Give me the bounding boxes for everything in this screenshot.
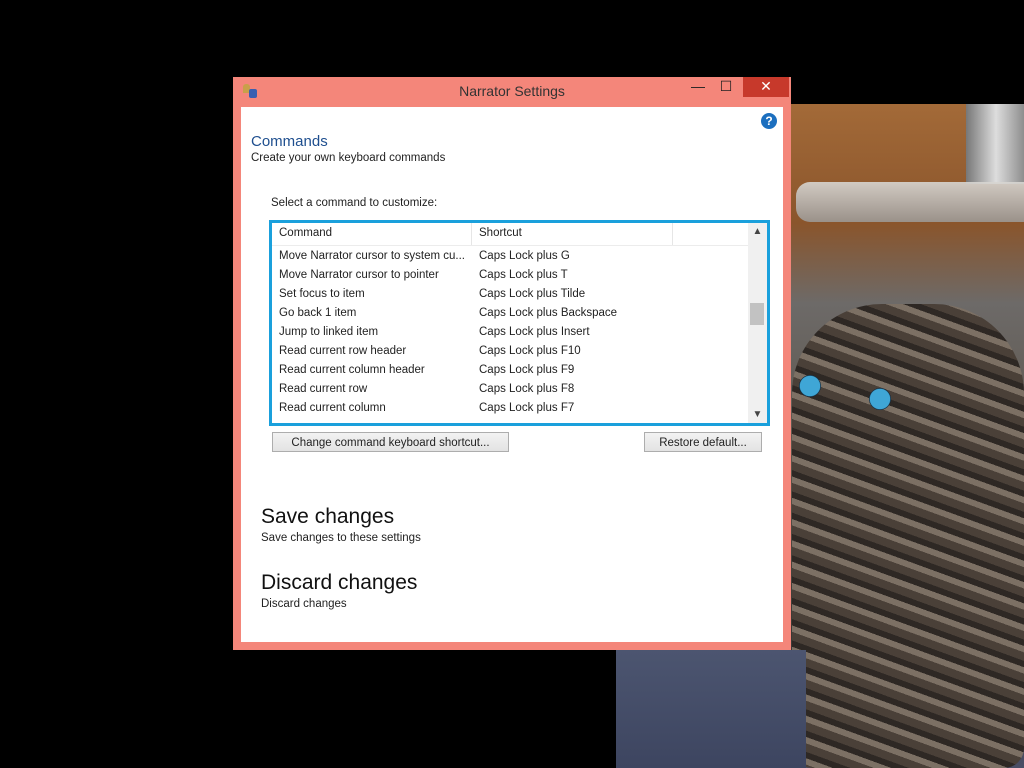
save-changes-link[interactable]: Save changes bbox=[261, 505, 394, 529]
list-row[interactable]: Read current column Caps Lock plus F7 bbox=[272, 399, 748, 418]
shortcut-cell: Caps Lock plus Backspace bbox=[479, 307, 618, 319]
save-changes-description: Save changes to these settings bbox=[261, 532, 421, 544]
shortcut-cell: Caps Lock plus F8 bbox=[479, 383, 575, 395]
list-header: Command Shortcut bbox=[272, 223, 748, 246]
list-row[interactable]: Read current row header Caps Lock plus F… bbox=[272, 342, 748, 361]
command-cell: Read current column header bbox=[279, 364, 425, 376]
command-list[interactable]: Command Shortcut Move Narrator cursor to… bbox=[269, 220, 770, 426]
shortcut-cell: Caps Lock plus T bbox=[479, 269, 568, 281]
help-icon[interactable]: ? bbox=[761, 113, 777, 129]
command-cell: Read current row bbox=[279, 383, 368, 395]
command-cell: Read current column bbox=[279, 402, 386, 414]
command-cell: Set focus to item bbox=[279, 288, 365, 300]
discard-changes-link[interactable]: Discard changes bbox=[261, 571, 417, 595]
title-bar[interactable]: Narrator Settings — ☐ ✕ bbox=[233, 77, 791, 106]
shortcut-cell: Caps Lock plus Tilde bbox=[479, 288, 586, 300]
list-row[interactable]: Set focus to item Caps Lock plus Tilde bbox=[272, 285, 748, 304]
narrator-settings-window: Narrator Settings — ☐ ✕ ? Commands Creat… bbox=[233, 77, 791, 650]
shortcut-cell: Caps Lock plus G bbox=[479, 250, 570, 262]
column-divider[interactable] bbox=[672, 223, 673, 245]
command-cell: Move Narrator cursor to system cu... bbox=[279, 250, 465, 262]
scroll-thumb[interactable] bbox=[750, 303, 764, 325]
background-pipe bbox=[966, 104, 1024, 184]
list-row[interactable]: Read current column header Caps Lock plu… bbox=[272, 361, 748, 380]
change-shortcut-button[interactable]: Change command keyboard shortcut... bbox=[272, 432, 509, 452]
column-divider[interactable] bbox=[471, 223, 472, 245]
shortcut-cell: Caps Lock plus Insert bbox=[479, 326, 590, 338]
command-cell: Go back 1 item bbox=[279, 307, 357, 319]
list-scrollbar[interactable]: ▲ ▼ bbox=[748, 223, 767, 423]
scroll-up-arrow-icon[interactable]: ▲ bbox=[748, 223, 767, 240]
command-cell: Move Narrator cursor to pointer bbox=[279, 269, 439, 281]
background-floor bbox=[616, 650, 806, 768]
kitten-image bbox=[792, 304, 1024, 768]
command-cell: Jump to linked item bbox=[279, 326, 379, 338]
command-cell: Read current row header bbox=[279, 345, 407, 357]
minimize-button[interactable]: — bbox=[685, 77, 711, 97]
page-title: Commands bbox=[251, 133, 328, 150]
settings-content: ? Commands Create your own keyboard comm… bbox=[241, 107, 783, 642]
command-list-label: Select a command to customize: bbox=[271, 197, 438, 209]
maximize-button[interactable]: ☐ bbox=[713, 77, 739, 97]
list-row[interactable]: Move Narrator cursor to system cu... Cap… bbox=[272, 247, 748, 266]
list-row[interactable]: Move Narrator cursor to pointer Caps Loc… bbox=[272, 266, 748, 285]
discard-changes-description: Discard changes bbox=[261, 598, 347, 610]
list-row[interactable]: Read current row Caps Lock plus F8 bbox=[272, 380, 748, 399]
column-header-command[interactable]: Command bbox=[279, 227, 332, 239]
jar-lid bbox=[796, 182, 1024, 222]
restore-default-button[interactable]: Restore default... bbox=[644, 432, 762, 452]
list-row[interactable]: Jump to linked item Caps Lock plus Inser… bbox=[272, 323, 748, 342]
column-header-shortcut[interactable]: Shortcut bbox=[479, 227, 522, 239]
shortcut-cell: Caps Lock plus F10 bbox=[479, 345, 581, 357]
list-row[interactable]: Go back 1 item Caps Lock plus Backspace bbox=[272, 304, 748, 323]
close-button[interactable]: ✕ bbox=[743, 77, 789, 97]
page-subtitle: Create your own keyboard commands bbox=[251, 152, 446, 164]
shortcut-cell: Caps Lock plus F9 bbox=[479, 364, 575, 376]
shortcut-cell: Caps Lock plus F7 bbox=[479, 402, 575, 414]
scroll-down-arrow-icon[interactable]: ▼ bbox=[748, 406, 767, 423]
